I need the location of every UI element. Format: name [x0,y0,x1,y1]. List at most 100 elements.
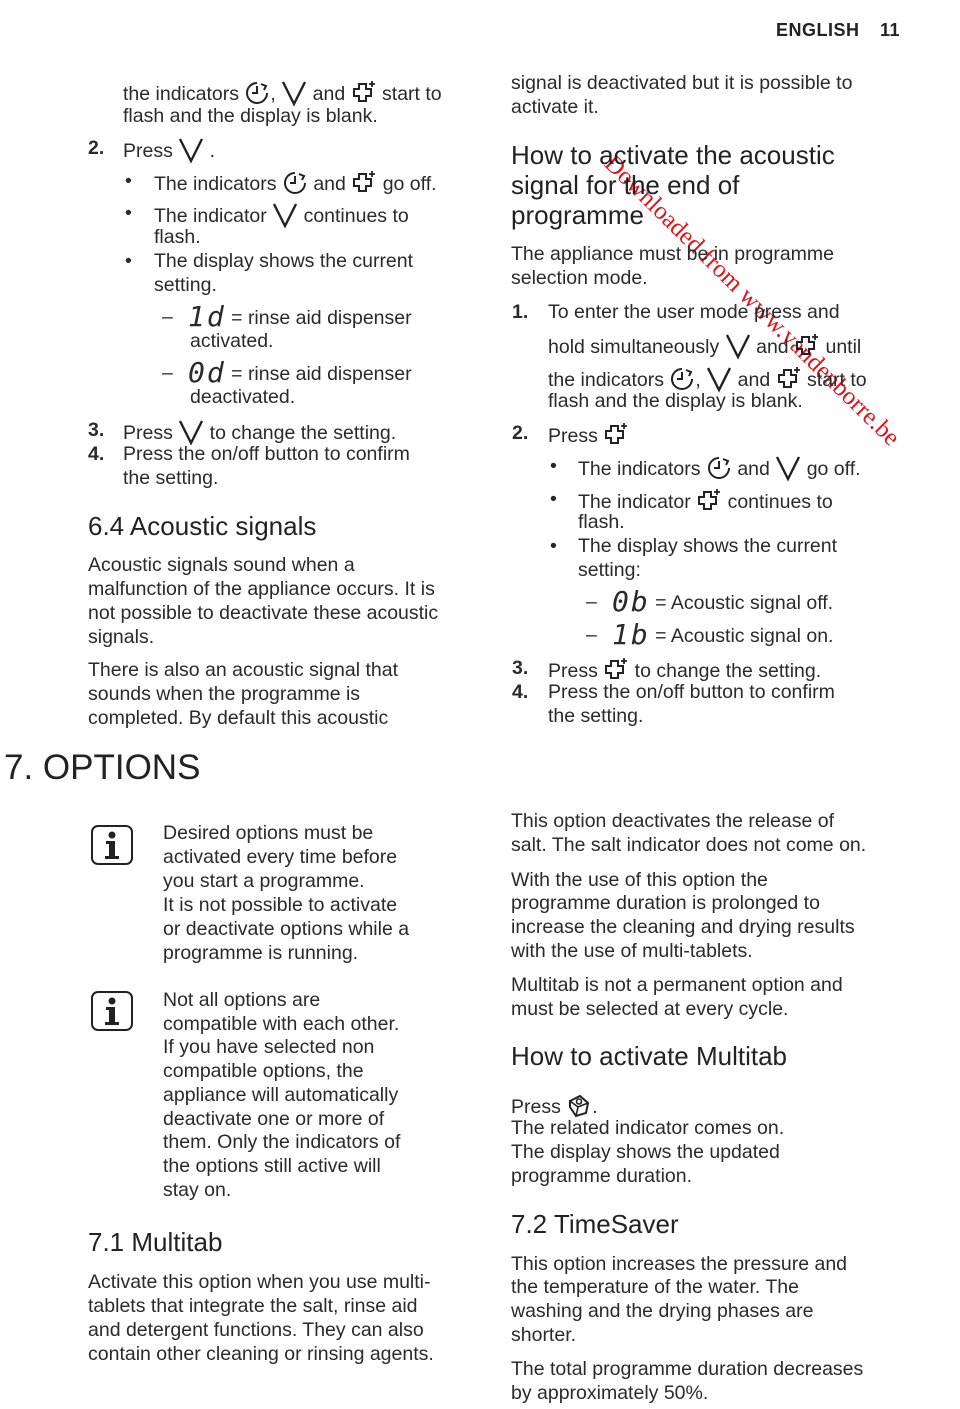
text-line: compatible options, the [163,1060,364,1082]
text-line: the options still active will [163,1155,381,1177]
timer-icon [706,454,732,482]
text-line: This option deactivates the release of [511,810,835,832]
text-line: them. Only the indicators of [163,1131,401,1153]
text-segment: Press [511,1096,567,1118]
text-line: sounds when the programme is [88,683,361,705]
text-line: the setting. [123,467,219,489]
text-segment: = Acoustic signal on. [649,625,834,647]
text-segment: and [307,173,352,195]
text-line: deactivated. [190,386,296,408]
info-icon [91,825,133,865]
plus-program-icon [351,79,377,107]
section-heading: How to activate Multitab [511,1041,788,1071]
text-segment: . [204,140,216,162]
text-line: The display shows the current [578,535,838,557]
text-segment: go off. [377,173,437,195]
text-segment: . [592,1096,598,1118]
text-line: with the use of multi-tablets. [511,940,753,962]
text-segment: to change the setting. [629,660,822,682]
display-code: 0b [612,585,650,618]
language-label: ENGLISH [776,20,860,40]
text-line: compatible with each other. [163,1013,400,1035]
text-segment: = rinse aid dispenser [225,363,412,385]
text-line: Acoustic signals sound when a [88,554,355,576]
text-segment: continues to [298,205,409,227]
text-line: programme duration is prolonged to [511,892,820,914]
text-line: setting. [154,274,217,296]
text-line: flash and the display is blank. [123,105,378,127]
text-segment: The indicators [578,458,706,480]
text-line: the setting. [548,705,644,727]
text-line: Multitab is not a permanent option and [511,974,843,996]
text-segment: = rinse aid dispenser [225,307,412,329]
text-line: must be selected at every cycle. [511,998,789,1020]
text-line: The indicators and go off. [154,169,437,197]
plus-program-icon [794,332,820,360]
bullet: • [550,488,557,510]
v-down-icon [178,136,204,164]
text-line: salt. The salt indicator does not come o… [511,834,867,856]
text-segment: , [270,83,276,105]
chapter-heading: 7. OPTIONS [4,748,201,787]
text-segment: and [731,458,776,480]
text-segment: Press [123,422,179,444]
step-number: 4. [512,681,529,703]
step-number: 4. [88,443,105,465]
bullet: • [125,202,132,224]
text-line: shorter. [511,1324,577,1346]
step-number: 3. [88,419,105,441]
v-down-icon [725,332,751,360]
text-segment: and [732,369,776,391]
text-line: 1d = rinse aid dispenser [188,303,412,331]
text-line: 0d = rinse aid dispenser [188,359,412,387]
dash: – [162,306,173,328]
text-line: signals. [88,626,155,648]
dash: – [586,624,597,646]
v-down-icon [281,79,307,107]
text-line: stay on. [163,1179,232,1201]
text-line: the indicators , and start to [123,79,442,107]
text-line: Not all options are [163,989,321,1011]
text-line: The related indicator comes on. [511,1117,785,1139]
dash: – [586,591,597,613]
plus-program-icon [696,487,722,515]
text-line: The display shows the current [154,250,414,272]
text-line: selection mode. [511,267,648,289]
text-segment: until [820,336,862,358]
timer-icon [282,169,308,197]
bullet: • [125,250,132,272]
text-line: by approximately 50%. [511,1382,709,1404]
text-line: Desired options must be [163,822,374,844]
text-line: activated every time before [163,846,398,868]
section-heading: How to activate the acoustic [511,140,835,170]
text-line: not possible to deactivate these acousti… [88,602,439,624]
text-segment: and [307,83,351,105]
v-down-icon [775,454,801,482]
bullet: • [550,455,557,477]
text-line: The appliance must be in programme [511,243,834,265]
text-line: you start a programme. [163,870,365,892]
timer-icon [244,79,270,107]
text-segment: The indicator [154,205,273,227]
text-line: flash. [578,511,625,533]
text-line: 0b = Acoustic signal off. [612,588,833,616]
display-code: 1b [612,618,650,651]
info-icon [91,991,133,1031]
step-number: 3. [512,657,529,679]
text-line: completed. By default this acoustic [88,707,389,729]
text-segment: Press [548,660,604,682]
page-number: 11 [880,20,901,40]
text-line: or deactivate options while a [163,918,410,940]
text-line: This option increases the pressure and [511,1253,848,1275]
text-line: Press . [123,136,215,164]
text-segment: , [695,369,701,391]
text-line: If you have selected non [163,1036,375,1058]
text-line: Press the on/off button to confirm [123,443,410,465]
text-line: tablets that integrate the salt, rinse a… [88,1295,418,1317]
text-segment: go off. [801,458,861,480]
text-line: increase the cleaning and drying results [511,916,855,938]
text-line: washing and the drying phases are [511,1300,814,1322]
text-segment: to change the setting. [204,422,397,444]
text-segment: continues to [722,491,833,513]
text-segment: the indicators [123,83,245,105]
